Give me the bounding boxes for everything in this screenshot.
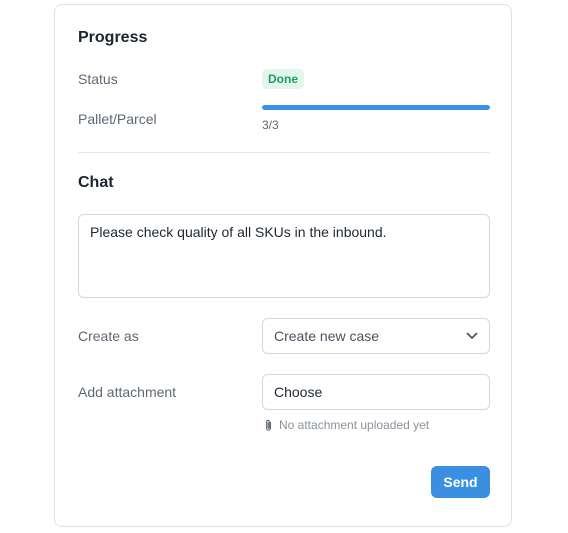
create-as-selected-value: Create new case: [274, 328, 380, 344]
pallet-progress-count: 3/3: [262, 118, 279, 132]
pallet-parcel-label: Pallet/Parcel: [78, 111, 157, 127]
paperclip-icon: [264, 419, 273, 432]
attachment-status-text: No attachment uploaded yet: [279, 418, 430, 432]
create-as-label: Create as: [78, 328, 139, 344]
chat-message-input[interactable]: [78, 214, 490, 298]
add-attachment-label: Add attachment: [78, 384, 177, 400]
chevron-down-icon: [466, 332, 478, 340]
choose-attachment-button[interactable]: Choose: [262, 374, 490, 410]
status-label: Status: [78, 71, 118, 87]
progress-title: Progress: [78, 29, 148, 46]
attachment-status: No attachment uploaded yet: [264, 418, 429, 432]
chat-title: Chat: [78, 174, 114, 191]
pallet-progress-bar: [262, 105, 490, 110]
create-as-select[interactable]: Create new case: [262, 318, 490, 354]
section-divider: [78, 152, 490, 153]
pallet-progress-fill: [262, 105, 490, 110]
status-badge: Done: [262, 69, 304, 89]
progress-chat-card: Progress Status Done Pallet/Parcel 3/3 C…: [54, 4, 512, 527]
send-button[interactable]: Send: [431, 466, 490, 498]
